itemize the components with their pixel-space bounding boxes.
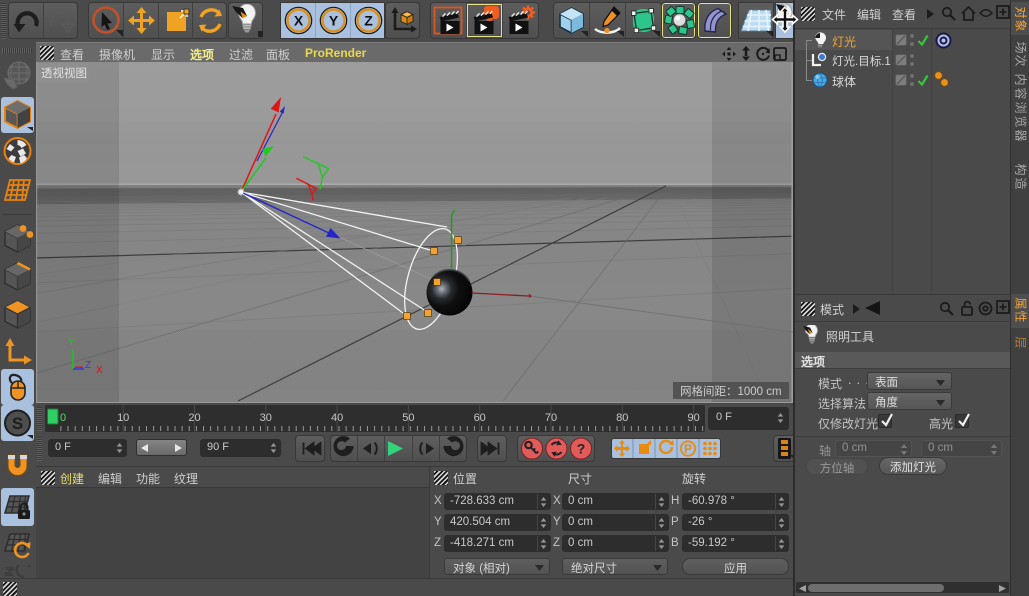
svg-text:Y: Y: [329, 13, 339, 29]
svg-text:60: 60: [474, 412, 486, 424]
svg-text:S: S: [12, 414, 23, 433]
svg-text:80: 80: [616, 412, 628, 424]
svg-text:40: 40: [331, 412, 343, 424]
svg-text:Z: Z: [85, 360, 91, 371]
svg-text:30: 30: [260, 412, 272, 424]
svg-text:0: 0: [60, 412, 66, 424]
svg-text:90: 90: [687, 412, 699, 424]
svg-text:10: 10: [117, 412, 129, 424]
svg-text:Z: Z: [364, 13, 373, 29]
svg-text:20: 20: [188, 412, 200, 424]
svg-text:50: 50: [402, 412, 414, 424]
svg-text:P: P: [684, 442, 692, 456]
svg-text:X: X: [96, 365, 103, 376]
svg-text:Y: Y: [68, 337, 75, 348]
svg-text:70: 70: [545, 412, 557, 424]
svg-text:?: ?: [577, 441, 586, 457]
svg-text:透视视图: 透视视图: [41, 66, 87, 80]
svg-text:网格间距：1000 cm: 网格间距：1000 cm: [680, 384, 782, 398]
svg-text:X: X: [294, 13, 304, 29]
